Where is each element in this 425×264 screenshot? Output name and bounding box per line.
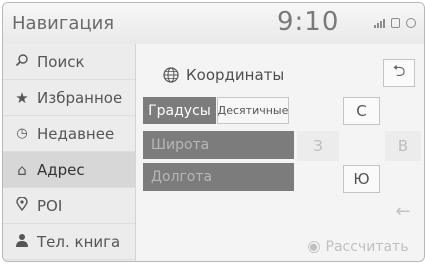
status-icons — [374, 18, 416, 28]
app-title: Навигация — [12, 13, 115, 34]
search-icon — [3, 53, 37, 71]
address-icon: ⌂ — [17, 160, 27, 179]
globe-icon — [163, 67, 179, 83]
sidebar-item-favorites[interactable]: ★ Избранное — [3, 80, 135, 116]
header-bar: Навигация 9:10 — [3, 3, 424, 44]
sidebar: Поиск ★ Избранное ◷ Недавнее ⌂ Адрес POI… — [3, 44, 136, 261]
bluetooth-icon — [406, 18, 416, 28]
sidebar-item-label: Тел. книга — [37, 232, 121, 251]
tab-degrees[interactable]: Градусы — [143, 97, 216, 124]
sidebar-item-recent[interactable]: ◷ Недавнее — [3, 116, 135, 152]
panel-title: Координаты — [163, 66, 284, 84]
sidebar-item-search[interactable]: Поиск — [3, 44, 135, 80]
sidebar-item-address[interactable]: ⌂ Адрес — [3, 152, 135, 188]
contact-icon — [3, 233, 37, 251]
sidebar-item-poi[interactable]: POI — [3, 188, 135, 224]
west-button[interactable]: З — [297, 131, 339, 161]
tab-decimal[interactable]: Десятичные — [217, 97, 289, 124]
north-button[interactable]: С — [343, 97, 380, 125]
east-button[interactable]: В — [385, 131, 421, 161]
poi-pin-icon — [3, 195, 37, 215]
sidebar-item-phonebook[interactable]: Тел. книга — [3, 224, 135, 260]
panel-title-text: Координаты — [186, 66, 285, 84]
south-button[interactable]: Ю — [343, 165, 380, 193]
backspace-arrow-icon: ← — [395, 200, 411, 222]
longitude-field[interactable]: Долгота — [143, 163, 294, 191]
sidebar-item-label: POI — [37, 196, 63, 215]
calculate-button[interactable]: ⬤ Рассчитать — [295, 234, 421, 260]
calculate-label: Рассчитать — [325, 239, 409, 255]
sidebar-item-label: Адрес — [37, 160, 85, 179]
clock-icon: ◷ — [16, 126, 28, 141]
latitude-field[interactable]: Широта — [143, 131, 294, 159]
back-button[interactable]: ⮌ — [383, 59, 415, 87]
clock: 9:10 — [277, 7, 340, 37]
back-icon: ⮌ — [392, 60, 406, 80]
calculate-icon: ⬤ — [307, 241, 320, 253]
navigation-screen: Навигация 9:10 Поиск ★ Избранное ◷ Недав… — [2, 2, 425, 262]
sidebar-item-label: Недавнее — [37, 124, 115, 143]
sidebar-item-label: Поиск — [37, 52, 85, 71]
phone-icon — [391, 18, 400, 28]
star-icon: ★ — [15, 88, 29, 107]
signal-icon — [374, 19, 385, 28]
sidebar-item-label: Избранное — [37, 88, 123, 107]
backspace-button[interactable]: ← — [385, 199, 421, 223]
